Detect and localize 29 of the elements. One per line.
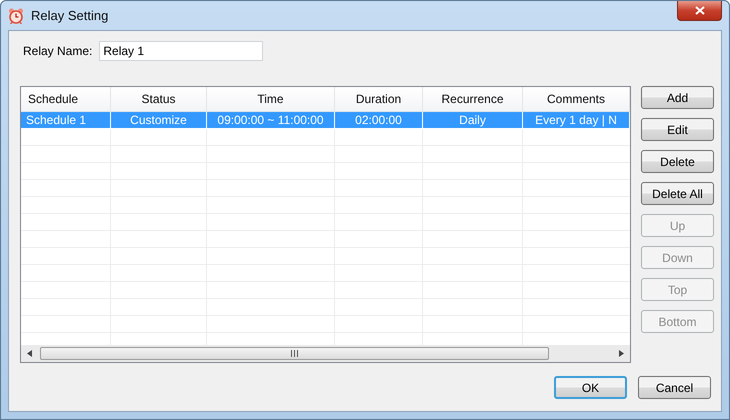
alarm-clock-icon — [8, 8, 24, 24]
close-icon — [694, 6, 704, 15]
column-header[interactable]: Comments — [523, 87, 630, 111]
table-cell: 02:00:00 — [335, 112, 423, 129]
scroll-left-icon[interactable] — [27, 350, 32, 357]
column-header[interactable]: Time — [207, 87, 335, 111]
grip-icon — [291, 350, 298, 357]
table-cell: 09:00:00 ~ 11:00:00 — [207, 112, 335, 129]
horizontal-scrollbar[interactable] — [21, 345, 630, 362]
action-button[interactable]: Delete — [641, 150, 714, 173]
column-header[interactable]: Duration — [335, 87, 423, 111]
action-button[interactable]: Edit — [641, 118, 714, 141]
close-button[interactable] — [677, 1, 722, 21]
table-cell: Customize — [111, 112, 207, 129]
action-button[interactable]: Add — [641, 86, 714, 109]
column-header[interactable]: Schedule — [21, 87, 111, 111]
scroll-right-icon[interactable] — [619, 350, 624, 357]
scrollbar-thumb[interactable] — [40, 347, 549, 360]
column-header[interactable]: Recurrence — [423, 87, 523, 111]
relay-name-label: Relay Name: — [23, 44, 92, 58]
dialog-button[interactable]: Cancel — [638, 376, 711, 399]
table-cell: Daily — [423, 112, 523, 129]
dialog-button[interactable]: OK — [554, 376, 627, 399]
table-cell: Schedule 1 — [21, 112, 111, 129]
window-title: Relay Setting — [31, 8, 108, 23]
column-header[interactable]: Status — [111, 87, 207, 111]
relay-name-field[interactable]: Relay 1 — [99, 41, 264, 61]
table-cell: Every 1 day | N — [523, 112, 630, 129]
action-button[interactable]: Delete All — [641, 182, 714, 205]
